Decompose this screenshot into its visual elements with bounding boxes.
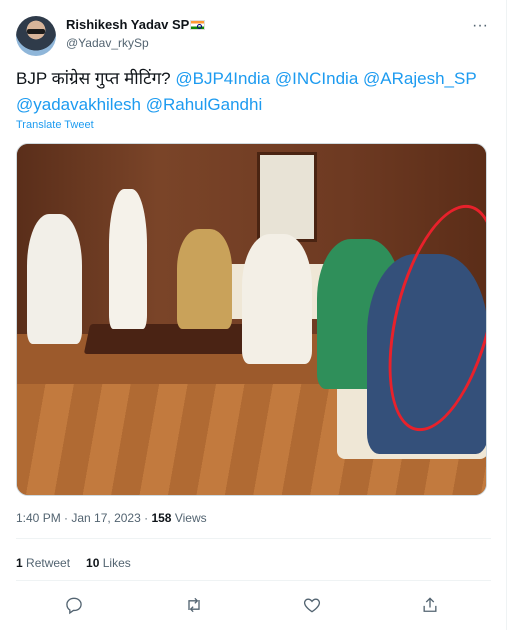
- likes-count: 10: [86, 556, 100, 570]
- photo-person: [27, 214, 82, 344]
- photo-person: [242, 234, 312, 364]
- retweets-stat[interactable]: 1 Retweet: [16, 556, 70, 570]
- tweet-stats: 1 Retweet 10 Likes: [16, 556, 131, 570]
- mention-link[interactable]: @yadavakhilesh: [16, 95, 141, 114]
- india-flag-icon: [190, 20, 206, 30]
- meta-separator: ·: [60, 511, 72, 525]
- mention-link[interactable]: @RahulGandhi: [146, 95, 263, 114]
- mention-link[interactable]: @BJP4India: [175, 69, 270, 88]
- tweet-text-prefix: BJP कांग्रेस गुप्त मीटिंग?: [16, 69, 176, 88]
- likes-label: Likes: [99, 556, 131, 570]
- reply-icon[interactable]: [64, 595, 84, 615]
- share-icon[interactable]: [420, 595, 440, 615]
- tweet-meta: 1:40 PM · Jan 17, 2023 · 158 Views: [16, 511, 207, 525]
- meta-separator: ·: [140, 511, 152, 525]
- mention-link[interactable]: @INCIndia: [275, 69, 358, 88]
- retweet-icon[interactable]: [184, 595, 204, 615]
- retweets-count: 1: [16, 556, 23, 570]
- likes-stat[interactable]: 10 Likes: [86, 556, 131, 570]
- author-name-text: Rishikesh Yadav SP: [66, 17, 190, 32]
- tweet-photo[interactable]: [16, 143, 487, 496]
- tweet-time[interactable]: 1:40 PM: [16, 511, 61, 525]
- retweets-label: Retweet: [22, 556, 71, 570]
- photo-person: [109, 189, 147, 329]
- avatar[interactable]: [16, 16, 56, 56]
- photo-painting: [257, 152, 317, 242]
- avatar-sunglasses: [27, 29, 45, 34]
- tweet-date[interactable]: Jan 17, 2023: [71, 511, 140, 525]
- divider: [16, 538, 491, 539]
- author-handle[interactable]: @Yadav_rkySp: [66, 36, 149, 50]
- translate-tweet-link[interactable]: Translate Tweet: [16, 119, 94, 131]
- views-label: Views: [171, 511, 207, 525]
- author-name[interactable]: Rishikesh Yadav SP: [66, 17, 206, 32]
- mention-link[interactable]: @ARajesh_SP: [363, 69, 476, 88]
- tweet-text: BJP कांग्रेस गुप्त मीटिंग? @BJP4India @I…: [16, 66, 492, 118]
- heart-icon[interactable]: [302, 595, 322, 615]
- more-icon[interactable]: ···: [470, 16, 490, 36]
- views-count: 158: [151, 511, 172, 525]
- tweet-actions: [0, 593, 507, 619]
- photo-person: [177, 229, 232, 329]
- tweet-card: Rishikesh Yadav SP @Yadav_rkySp ··· BJP …: [0, 0, 507, 630]
- divider: [16, 580, 491, 581]
